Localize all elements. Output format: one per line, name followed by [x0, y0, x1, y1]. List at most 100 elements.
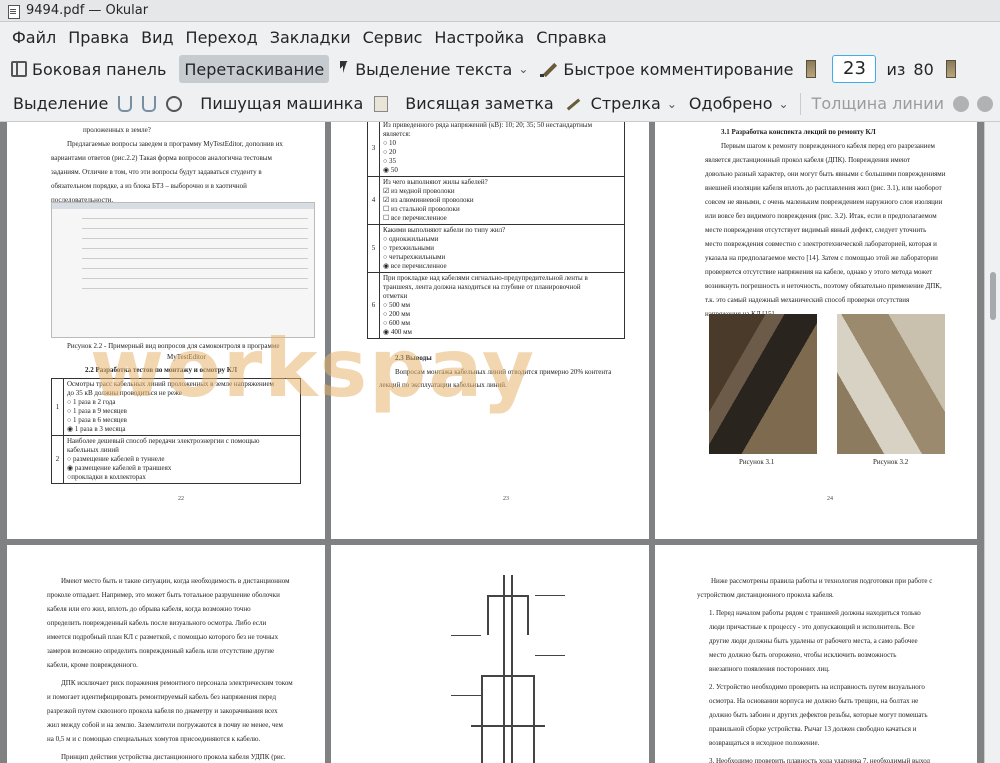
page22-line1: проложенных в земле? — [83, 126, 151, 134]
table-row: 6 При прокладке над кабелями сигнально-п… — [368, 272, 624, 338]
document-view[interactable]: проложенных в земле? Предлагаемые вопрос… — [0, 122, 1000, 763]
selection-tool-button[interactable]: Выделение — [8, 90, 113, 118]
text-select-label: Выделение текста — [355, 59, 513, 79]
menu-file[interactable]: Файл — [6, 28, 62, 47]
question-number: 1 — [52, 379, 64, 435]
page25-line-2: проколе отпадает. Например, это может бы… — [47, 591, 280, 599]
quick-comment-label: Быстрое комментирование — [563, 59, 794, 79]
answer-option: ☐ все перечисленное — [383, 214, 447, 222]
title-bar: 9494.pdf — Okular — [0, 0, 1000, 22]
page27-line-6: другие люди должны быть удалены от рабоч… — [709, 637, 918, 645]
menu-edit[interactable]: Правка — [62, 28, 135, 47]
window-title: 9494.pdf — Okular — [26, 3, 149, 18]
page24-para-l8: место повреждения совместно с электротех… — [705, 240, 937, 248]
color-icon[interactable] — [953, 95, 970, 112]
stamp-button[interactable]: Одобрено ⌄ — [684, 90, 794, 118]
next-page-icon[interactable] — [945, 60, 956, 78]
question-text: отметки — [383, 292, 408, 300]
drag-mode-button[interactable]: Перетаскивание — [179, 55, 330, 83]
page24-para-l1: Первым шагом к ремонту поврежденного каб… — [721, 142, 935, 150]
question-body: Осмотры трасс кабельных линий проложенны… — [64, 379, 300, 435]
question-text: до 35 кВ должны проводиться не реже — [67, 389, 182, 397]
sidebar-button-label: Боковая панель — [32, 59, 167, 79]
stamp-icon[interactable] — [166, 95, 183, 112]
chevron-down-icon[interactable]: ⌄ — [518, 62, 528, 76]
question-body: При прокладке над кабелями сигнально-пре… — [380, 273, 624, 338]
page22-para1-l1: Предлагаемые вопросы заведем в программу… — [67, 140, 283, 148]
page27-line-12: должно быть забоин и других дефектов рез… — [709, 711, 928, 719]
figure-3-2-caption: Рисунок 3.2 — [873, 458, 909, 466]
question-text: Какими выполняют кабели по типу жил? — [383, 226, 506, 234]
page24-para-l10: проверяется отсутствие напряжения на каб… — [705, 268, 933, 276]
page25-line-5: имеется подробный план КЛ с разметкой, с… — [47, 633, 279, 641]
page23-para-l2: лекций по эксплуатации кабельных линий. — [379, 381, 507, 389]
sticky-note-label: Висящая заметка — [405, 94, 554, 113]
answer-option: ○ 1 раза в 6 месяцев — [67, 416, 127, 424]
arrow-icon[interactable] — [565, 96, 581, 112]
page25-line-9: ДПК исключает риск поражения ремонтного … — [61, 679, 293, 687]
question-number: 2 — [52, 436, 64, 483]
answer-option: ○ 10 — [383, 139, 396, 147]
underline-icon[interactable] — [118, 95, 133, 112]
chevron-down-icon[interactable]: ⌄ — [667, 97, 677, 111]
menu-help[interactable]: Справка — [530, 28, 613, 47]
page22-caption-2: MyTestEditor — [167, 353, 206, 361]
sidebar-button[interactable]: Боковая панель — [6, 55, 171, 83]
page25-line-12: жил между собой и на землю. Заземлители … — [47, 721, 283, 729]
question-body: Из приведенного ряда напряжений (кВ): 10… — [380, 122, 624, 176]
main-toolbar: Боковая панель Перетаскивание Выделение … — [0, 52, 1000, 86]
page27-line-2: устройством дистанционного прокола кабел… — [697, 591, 834, 599]
menu-bar: Файл Правка Вид Переход Закладки Сервис … — [0, 22, 1000, 52]
typewriter-label: Пишущая машинка — [200, 94, 364, 113]
answer-option: ○ 600 мм — [383, 319, 411, 327]
page27-line-10: 2. Устройство необходимо проверить на ис… — [709, 683, 925, 691]
figure-3-1-photo — [709, 314, 817, 454]
chevron-down-icon[interactable]: ⌄ — [778, 97, 788, 111]
quick-comment-button[interactable]: Быстрое комментирование — [535, 55, 798, 83]
answer-option: ○ 500 мм — [383, 301, 411, 309]
opacity-icon[interactable] — [977, 95, 994, 112]
scrollbar-thumb[interactable] — [990, 272, 996, 320]
question-body: Наиболее дешевый способ передачи электро… — [64, 436, 300, 483]
answer-option: ☑ из алюминиевой проволоки — [383, 196, 474, 204]
menu-go[interactable]: Переход — [180, 28, 264, 47]
figure-3-1-caption: Рисунок 3.1 — [739, 458, 775, 466]
page22-para1-l3: заданиям. Отличие в том, что эти вопросы… — [51, 168, 262, 176]
answer-option: ○ 1 раза в 2 года — [67, 398, 116, 406]
page22-heading: 2.2 Разработка тестов по монтажу и осмот… — [85, 366, 238, 374]
typewriter-button[interactable]: Пишущая машинка — [195, 90, 368, 118]
squiggle-icon[interactable] — [142, 95, 157, 112]
mytesteditor-screenshot — [51, 202, 315, 338]
page27-line-1: Ниже рассмотрены правила работы и технол… — [711, 577, 933, 585]
answer-option: ◉ размещение кабелей в траншеях — [67, 464, 172, 472]
page-26 — [331, 545, 649, 763]
previous-page-icon[interactable] — [806, 60, 817, 78]
answer-option: ○ однокжильными — [383, 235, 439, 243]
answer-option: ☐ из стальной проволоки — [383, 205, 460, 213]
text-select-button[interactable]: Выделение текста ⌄ — [335, 55, 533, 83]
note-icon[interactable] — [374, 95, 389, 112]
sticky-note-button[interactable]: Висящая заметка — [400, 90, 558, 118]
menu-tools[interactable]: Сервис — [357, 28, 429, 47]
arrow-button[interactable]: Стрелка ⌄ — [586, 90, 682, 118]
page-27: Ниже рассмотрены правила работы и технол… — [655, 545, 977, 763]
line-width-button[interactable]: Толщина линии — [807, 90, 950, 118]
answer-option: ☑ из медной проволоки — [383, 187, 455, 195]
answer-option: ◉ 400 мм — [383, 328, 412, 336]
vertical-scrollbar[interactable] — [984, 122, 1000, 763]
menu-bookmarks[interactable]: Закладки — [264, 28, 357, 47]
question-text: кабельных линий — [67, 446, 119, 454]
line-width-label: Толщина линии — [811, 94, 945, 113]
pen-icon — [540, 61, 558, 77]
page-number-input[interactable]: 23 — [832, 55, 877, 83]
page-number: 24 — [827, 496, 833, 502]
question-body: Какими выполняют кабели по типу жил? ○ о… — [380, 225, 624, 272]
answer-option: ○ 20 — [383, 148, 396, 156]
answer-option: ◉ 1 раза в 3 месяца — [67, 425, 126, 433]
figure-3-2-photo — [837, 314, 945, 454]
menu-settings[interactable]: Настройка — [428, 28, 530, 47]
question-number: 4 — [368, 177, 380, 224]
table-row: 4 Из чего выполняют жилы кабелей? ☑ из м… — [368, 176, 624, 224]
menu-view[interactable]: Вид — [135, 28, 179, 47]
test-table-1: 1 Осмотры трасс кабельных линий проложен… — [51, 378, 301, 484]
